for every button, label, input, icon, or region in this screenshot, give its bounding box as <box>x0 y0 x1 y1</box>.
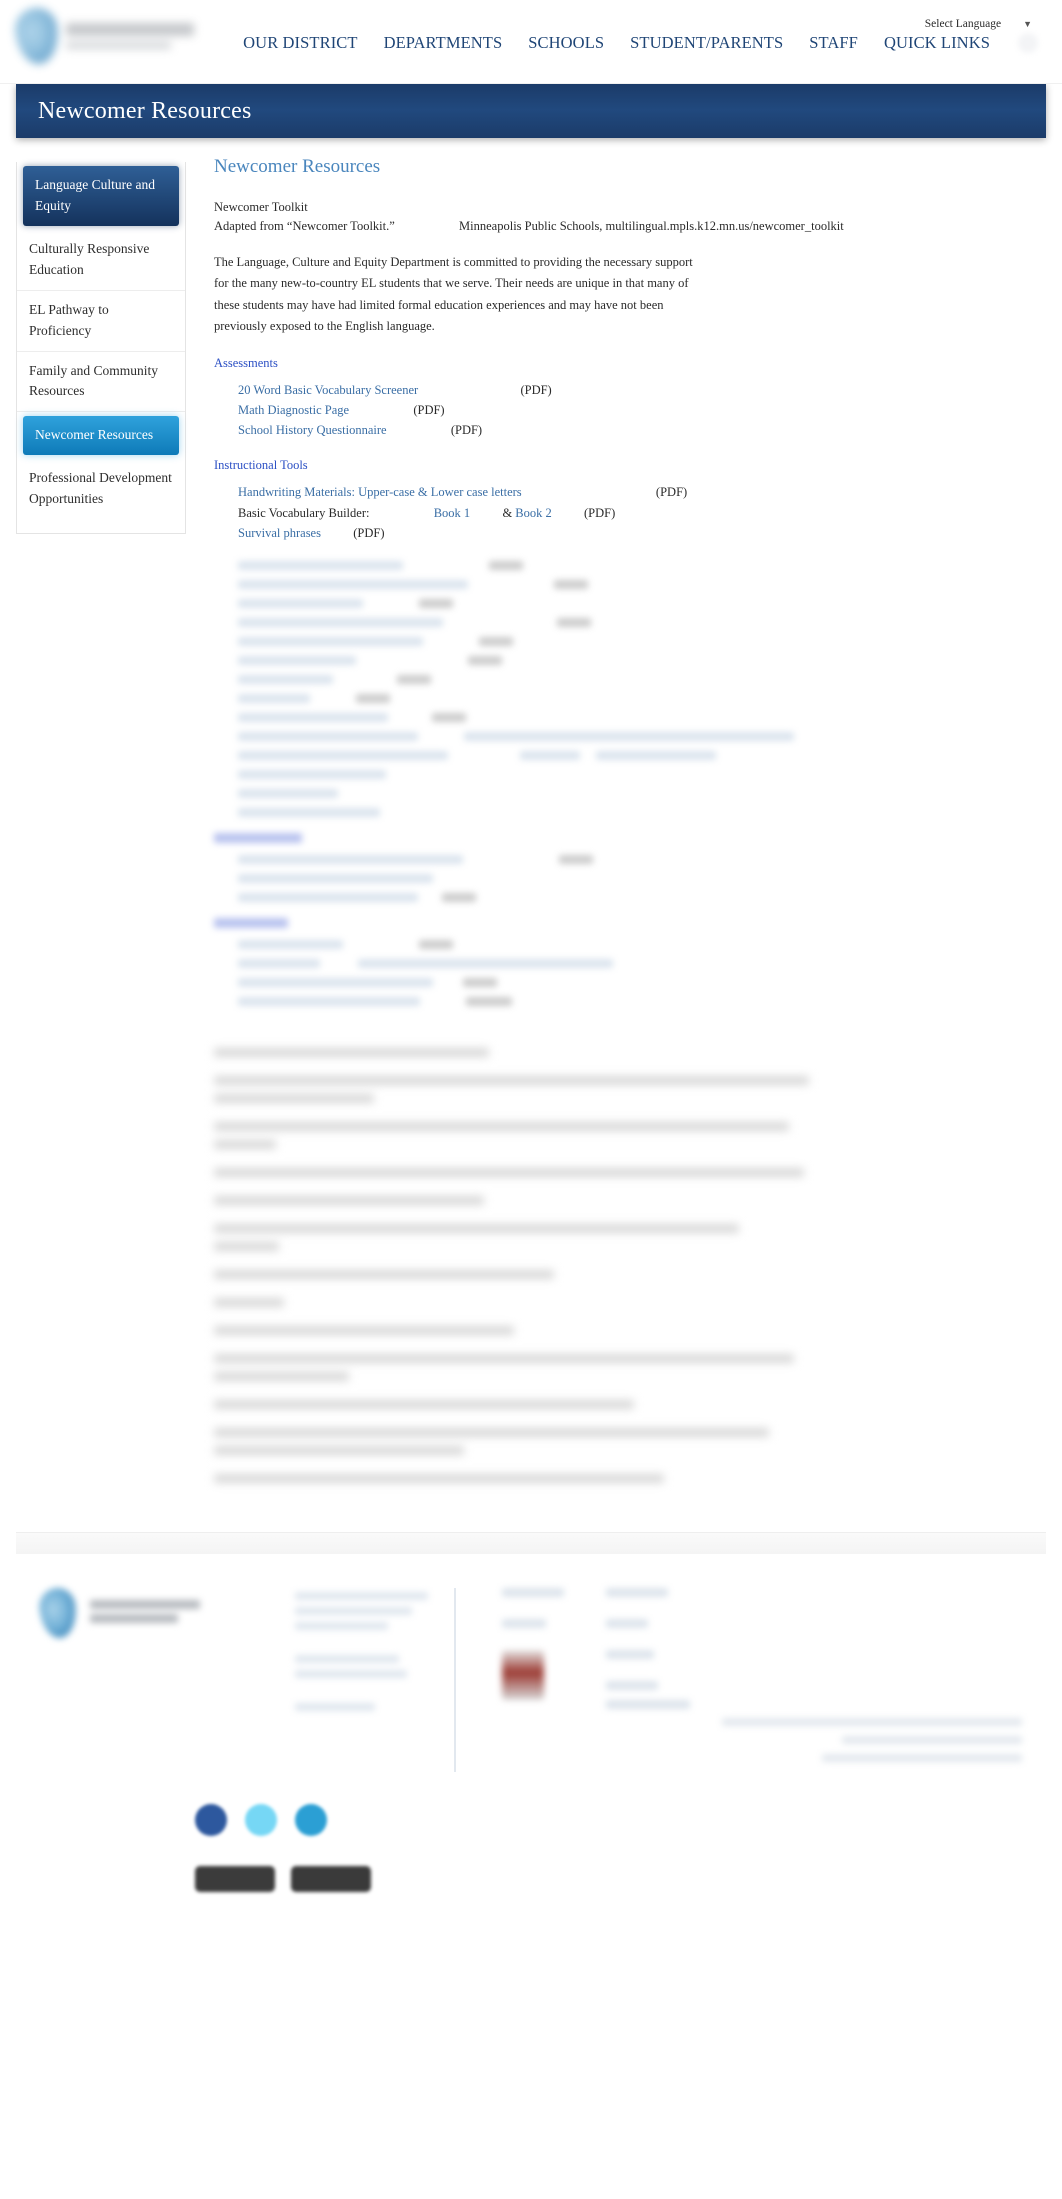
footer-copyright <box>710 1588 1022 1772</box>
toolkit-credit-source: Adapted from “Newcomer Toolkit.” <box>214 218 395 233</box>
chevron-down-icon: ▼ <box>1023 19 1032 29</box>
page-title: Newcomer Resources <box>38 97 252 124</box>
toolkit-credit: Newcomer Toolkit Adapted from “Newcomer … <box>214 198 1046 236</box>
pdf-tag: (PDF) <box>450 423 483 437</box>
pdf-tag: (PDF) <box>353 525 385 540</box>
link-school-history-questionnaire[interactable]: School History Questionnaire <box>238 423 387 437</box>
content-title: Newcomer Resources <box>214 156 381 177</box>
footer-app-badges <box>0 1836 1062 1918</box>
toolkit-credit-url: Minneapolis Public Schools, multilingual… <box>459 218 844 233</box>
list-item: Basic Vocabulary Builder: Book 1 & Book … <box>238 503 1046 523</box>
footer-logo-icon <box>37 1586 79 1640</box>
sidebar-item-professional-development-opportunities[interactable]: Professional Development Opportunities <box>17 459 185 519</box>
page-layout: Language Culture and Equity Culturally R… <box>0 138 1062 1492</box>
sidebar-item-family-and-community-resources[interactable]: Family and Community Resources <box>17 352 185 413</box>
nav-item-our-district[interactable]: OUR DISTRICT <box>243 33 357 53</box>
redacted-paragraph-block <box>214 1048 1046 1483</box>
footer-app-thumbnail <box>501 1650 544 1700</box>
label-basic-vocabulary-builder: Basic Vocabulary Builder: <box>238 505 370 520</box>
language-selector[interactable]: Select Language ▼ <box>925 18 1032 30</box>
link-math-diagnostic-page[interactable]: Math Diagnostic Page <box>238 403 349 417</box>
app-store-badge[interactable] <box>195 1866 275 1892</box>
instagram-icon[interactable] <box>295 1804 327 1836</box>
toolkit-title: Newcomer Toolkit <box>214 200 308 214</box>
nav-item-departments[interactable]: DEPARTMENTS <box>384 33 503 53</box>
footer-separator <box>16 1532 1046 1554</box>
main-navigation: OUR DISTRICT DEPARTMENTS SCHOOLS STUDENT… <box>243 33 1038 53</box>
sidebar-navigation: Language Culture and Equity Culturally R… <box>16 162 186 535</box>
nav-item-staff[interactable]: STAFF <box>809 33 858 53</box>
redacted-section-3 <box>214 918 1046 1006</box>
main-content: Newcomer Resources Newcomer Toolkit Adap… <box>186 156 1046 1492</box>
conjunction: & <box>502 505 513 520</box>
list-item: Survival phrases (PDF) <box>238 523 1046 543</box>
district-logo-icon <box>13 5 61 67</box>
language-selector-label: Select Language <box>924 18 1002 30</box>
pdf-tag: (PDF) <box>413 402 445 417</box>
site-logo[interactable] <box>13 5 216 67</box>
intro-paragraph: The Language, Culture and Equity Departm… <box>214 254 693 334</box>
link-book-2[interactable]: Book 2 <box>515 506 551 520</box>
pdf-tag: (PDF) <box>520 382 552 397</box>
list-item: Handwriting Materials: Upper-case & Lowe… <box>238 482 1046 502</box>
pdf-tag: (PDF) <box>655 485 688 500</box>
section-heading-assessments[interactable]: Assessments <box>214 356 1046 371</box>
facebook-icon[interactable] <box>195 1804 227 1836</box>
link-book-1[interactable]: Book 1 <box>434 506 470 520</box>
pdf-tag: (PDF) <box>584 505 616 520</box>
redacted-resource-block-1 <box>214 561 1046 817</box>
site-header: Select Language ▼ OUR DISTRICT DEPARTMEN… <box>0 0 1062 84</box>
link-handwriting-materials[interactable]: Handwriting Materials: Upper-case & Lowe… <box>238 485 522 499</box>
list-item: Math Diagnostic Page (PDF) <box>238 400 1046 420</box>
twitter-icon[interactable] <box>245 1804 277 1836</box>
list-item: 20 Word Basic Vocabulary Screener (PDF) <box>238 380 1046 400</box>
footer-divider <box>453 1588 456 1772</box>
sidebar-item-culturally-responsive-education[interactable]: Culturally Responsive Education <box>17 230 185 291</box>
sidebar-item-newcomer-resources[interactable]: Newcomer Resources <box>23 416 179 456</box>
footer-links-column-2 <box>605 1588 710 1709</box>
footer-links-column-1 <box>501 1588 606 1700</box>
google-play-badge[interactable] <box>291 1866 371 1892</box>
list-item: School History Questionnaire (PDF) <box>238 420 1046 440</box>
district-logo-wordmark <box>66 23 216 49</box>
sidebar-item-language-culture-and-equity[interactable]: Language Culture and Equity <box>23 166 179 226</box>
footer-social-links <box>0 1782 1062 1836</box>
footer-logo-wordmark <box>90 1588 200 1638</box>
site-footer <box>0 1554 1062 1782</box>
sidebar-item-el-pathway-to-proficiency[interactable]: EL Pathway to Proficiency <box>17 291 185 352</box>
footer-address-block <box>295 1588 428 1718</box>
nav-item-schools[interactable]: SCHOOLS <box>528 33 604 53</box>
assessments-list: 20 Word Basic Vocabulary Screener (PDF) … <box>214 380 1046 441</box>
link-20-word-basic-vocabulary-screener[interactable]: 20 Word Basic Vocabulary Screener <box>238 383 418 397</box>
footer-brand <box>37 1586 295 1640</box>
instructional-tools-list: Handwriting Materials: Upper-case & Lowe… <box>214 482 1046 543</box>
search-icon[interactable] <box>1018 33 1038 53</box>
page-banner: Newcomer Resources <box>16 84 1046 138</box>
redacted-section-2 <box>214 833 1046 902</box>
nav-item-student-parents[interactable]: STUDENT/PARENTS <box>630 33 783 53</box>
link-survival-phrases[interactable]: Survival phrases <box>238 526 321 540</box>
nav-item-quick-links[interactable]: QUICK LINKS <box>884 33 990 53</box>
section-heading-instructional-tools[interactable]: Instructional Tools <box>214 458 1046 473</box>
